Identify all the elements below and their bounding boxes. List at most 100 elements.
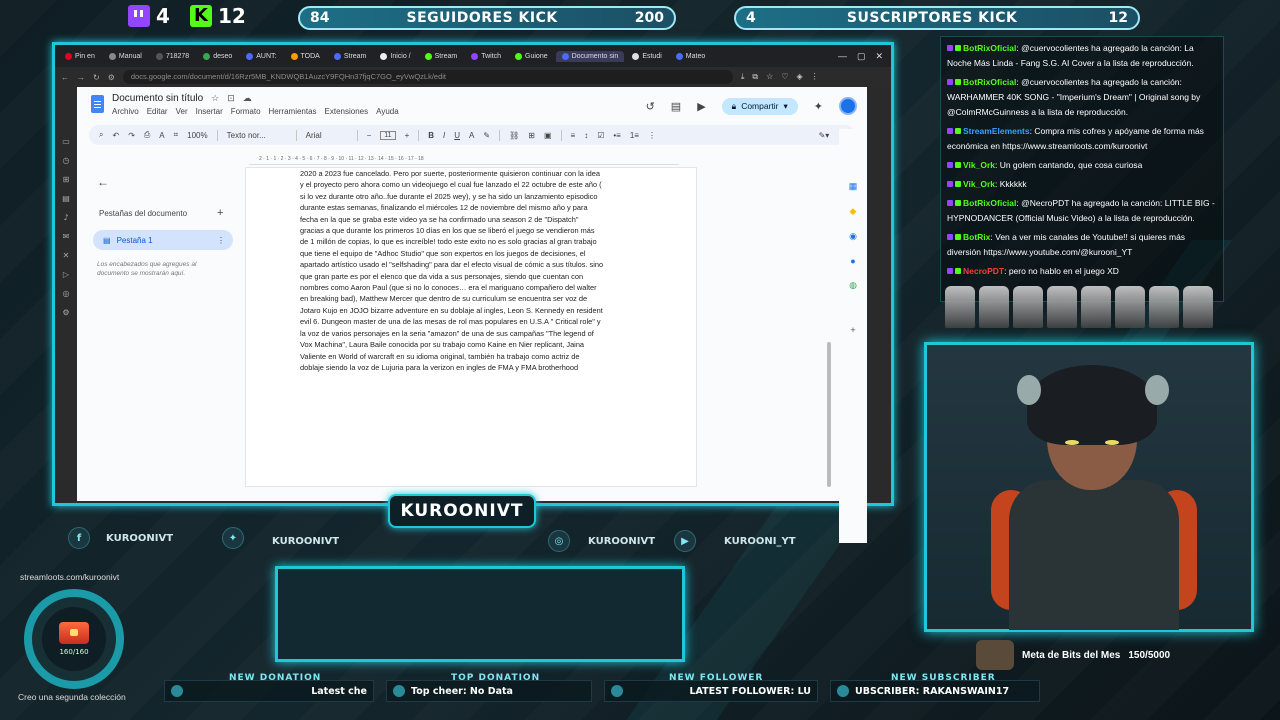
text-line[interactable]: apartado artístico usado el "selfshading… [300, 259, 646, 270]
ruler[interactable]: 2 · 1 · 1 · 2 · 3 · 4 · 5 · 6 · 7 · 8 · … [249, 155, 679, 165]
image-icon[interactable]: ▣ [544, 131, 552, 140]
chat-username[interactable]: BotRixOficial [963, 77, 1016, 87]
forward-icon[interactable]: → [77, 73, 85, 82]
browser-tab[interactable]: 718278 [150, 51, 195, 62]
checklist-icon[interactable]: ☑ [597, 131, 604, 140]
highlight-icon[interactable]: ✎ [483, 131, 490, 140]
menu-item[interactable]: Formato [231, 107, 261, 116]
font-size-increase-icon[interactable]: + [405, 131, 410, 140]
menu-item[interactable]: Editar [147, 107, 168, 116]
font-select[interactable]: Arial [306, 131, 348, 140]
tab-pestana-1[interactable]: ▤ Pestaña 1 ⋮ [93, 230, 233, 250]
text-line[interactable]: nombres como Aaron Paul (que si no lo co… [300, 282, 646, 293]
text-line[interactable]: gracias a que durante los primeros 10 dí… [300, 225, 646, 236]
contacts-icon[interactable]: ● [850, 256, 855, 266]
sidebar-icon[interactable]: ♪ [63, 213, 68, 222]
menu-item[interactable]: Extensiones [325, 107, 369, 116]
style-select[interactable]: Texto nor... [227, 131, 287, 140]
add-tab-icon[interactable]: + [217, 207, 223, 219]
redo-icon[interactable]: ↷ [128, 131, 135, 140]
chat-username[interactable]: Vik_Ork [963, 160, 995, 170]
spellcheck-icon[interactable]: A [159, 131, 164, 140]
underline-icon[interactable]: U [454, 131, 460, 140]
text-line[interactable]: la voz de varios personajes en la seria … [300, 328, 646, 339]
text-line[interactable]: en breaking bad), Matthew Mercer que den… [300, 293, 646, 304]
text-line[interactable]: durante estas semanas, finalizando el mi… [300, 202, 646, 213]
search-icon[interactable]: ⌕ [99, 130, 103, 140]
text-line[interactable]: Jotaro Kujo en JOJO bizarre adventure en… [300, 305, 646, 316]
menu-item[interactable]: Insertar [196, 107, 223, 116]
chat-username[interactable]: Vik_Ork [963, 179, 995, 189]
print-icon[interactable]: ⎙ [144, 130, 150, 140]
paint-format-icon[interactable]: ⌗ [174, 130, 179, 140]
document-page[interactable]: 2020 a 2023 fue cancelado. Pero por suer… [245, 167, 697, 487]
more-icon[interactable]: ⋮ [648, 131, 656, 140]
browser-tab[interactable]: Stream [328, 51, 373, 62]
font-size-input[interactable]: 11 [380, 130, 396, 140]
align-icon[interactable]: ≡ [571, 131, 576, 140]
menu-icon[interactable]: ⋮ [811, 72, 819, 82]
browser-tab[interactable]: Stream [419, 51, 464, 62]
doc-title[interactable]: Documento sin título [112, 93, 203, 104]
chat-username[interactable]: NecroPDT [963, 266, 1004, 276]
reload-icon[interactable]: ↻ [93, 73, 100, 82]
docs-logo-icon[interactable] [91, 95, 104, 113]
browser-tab[interactable]: Guione [509, 51, 554, 62]
text-color-icon[interactable]: A [469, 131, 474, 140]
move-folder-icon[interactable]: ⊡ [227, 93, 235, 104]
calendar-icon[interactable]: ▦ [849, 181, 858, 192]
sidebar-icon[interactable]: ▤ [62, 194, 70, 203]
italic-icon[interactable]: I [443, 131, 445, 140]
gemini-icon[interactable]: ✦ [814, 100, 823, 113]
browser-tab[interactable]: TODA [285, 51, 326, 62]
tab-options-icon[interactable]: ⋮ [217, 236, 225, 245]
browser-tab[interactable]: Documento sin [555, 50, 625, 62]
minimize-icon[interactable]: — [838, 51, 847, 62]
url-field[interactable]: docs.google.com/document/d/16Rzr5MB_KNDW… [122, 70, 733, 84]
browser-tab[interactable]: AUNT: [240, 51, 282, 62]
sidebar-icon[interactable]: ✕ [63, 251, 70, 260]
tasks-icon[interactable]: ◉ [849, 231, 857, 242]
sidebar-icon[interactable]: ✉ [63, 232, 70, 241]
sidebar-icon[interactable]: ▷ [63, 270, 69, 279]
menu-item[interactable]: Ayuda [376, 107, 399, 116]
add-addon-icon[interactable]: + [850, 325, 855, 335]
site-info-icon[interactable]: ⚙ [108, 73, 115, 82]
sidebar-icon[interactable]: ⚙ [62, 308, 69, 317]
numbered-list-icon[interactable]: 1≡ [630, 131, 639, 140]
browser-tab[interactable]: Twitch [465, 51, 507, 62]
text-line[interactable]: evil 6. Dungeon master de una de las mes… [300, 316, 646, 327]
maximize-icon[interactable]: ▢ [857, 51, 866, 62]
bookmark-icon[interactable]: ☆ [766, 72, 773, 82]
extension-icon[interactable]: ⧉ [752, 72, 758, 82]
undo-icon[interactable]: ↶ [112, 131, 119, 140]
menu-item[interactable]: Herramientas [269, 107, 317, 116]
text-line[interactable]: fecha en la que se graba este video ya s… [300, 214, 646, 225]
browser-tab[interactable]: Mateo [670, 51, 711, 62]
chat-username[interactable]: BotRix [963, 232, 990, 242]
sidebar-icon[interactable]: ▭ [62, 137, 70, 146]
history-icon[interactable]: ↺ [646, 100, 655, 113]
menu-item[interactable]: Archivo [112, 107, 139, 116]
text-line[interactable]: que tiene el equipo de "Adhoc Studio" qu… [300, 248, 646, 259]
account-avatar[interactable] [839, 97, 857, 115]
browser-tab[interactable]: Manual [103, 51, 148, 62]
link-icon[interactable]: ⛓ [509, 131, 519, 140]
back-icon[interactable]: ← [61, 73, 69, 82]
text-line[interactable]: Vox Machina", Laura Baile conocida por s… [300, 339, 646, 350]
bold-icon[interactable]: B [428, 131, 434, 140]
sidebar-icon[interactable]: ⊞ [63, 175, 70, 184]
chat-username[interactable]: BotRixOficial [963, 43, 1016, 53]
keep-icon[interactable]: ◆ [850, 206, 857, 217]
text-line[interactable]: doblaje siendo la voz de Lujuria para la… [300, 362, 646, 373]
maps-icon[interactable]: ◍ [849, 280, 857, 291]
line-spacing-icon[interactable]: ↕ [584, 131, 588, 140]
chat-username[interactable]: BotRixOficial [963, 198, 1016, 208]
font-size-decrease-icon[interactable]: − [367, 131, 372, 140]
zoom-select[interactable]: 100% [187, 131, 207, 140]
meet-icon[interactable]: ▶ [697, 100, 705, 113]
cloud-status-icon[interactable]: ☁ [243, 93, 252, 104]
close-icon[interactable]: ✕ [875, 51, 883, 62]
browser-tab[interactable]: deseo [197, 51, 238, 62]
download-icon[interactable]: ⤓ [741, 72, 745, 82]
